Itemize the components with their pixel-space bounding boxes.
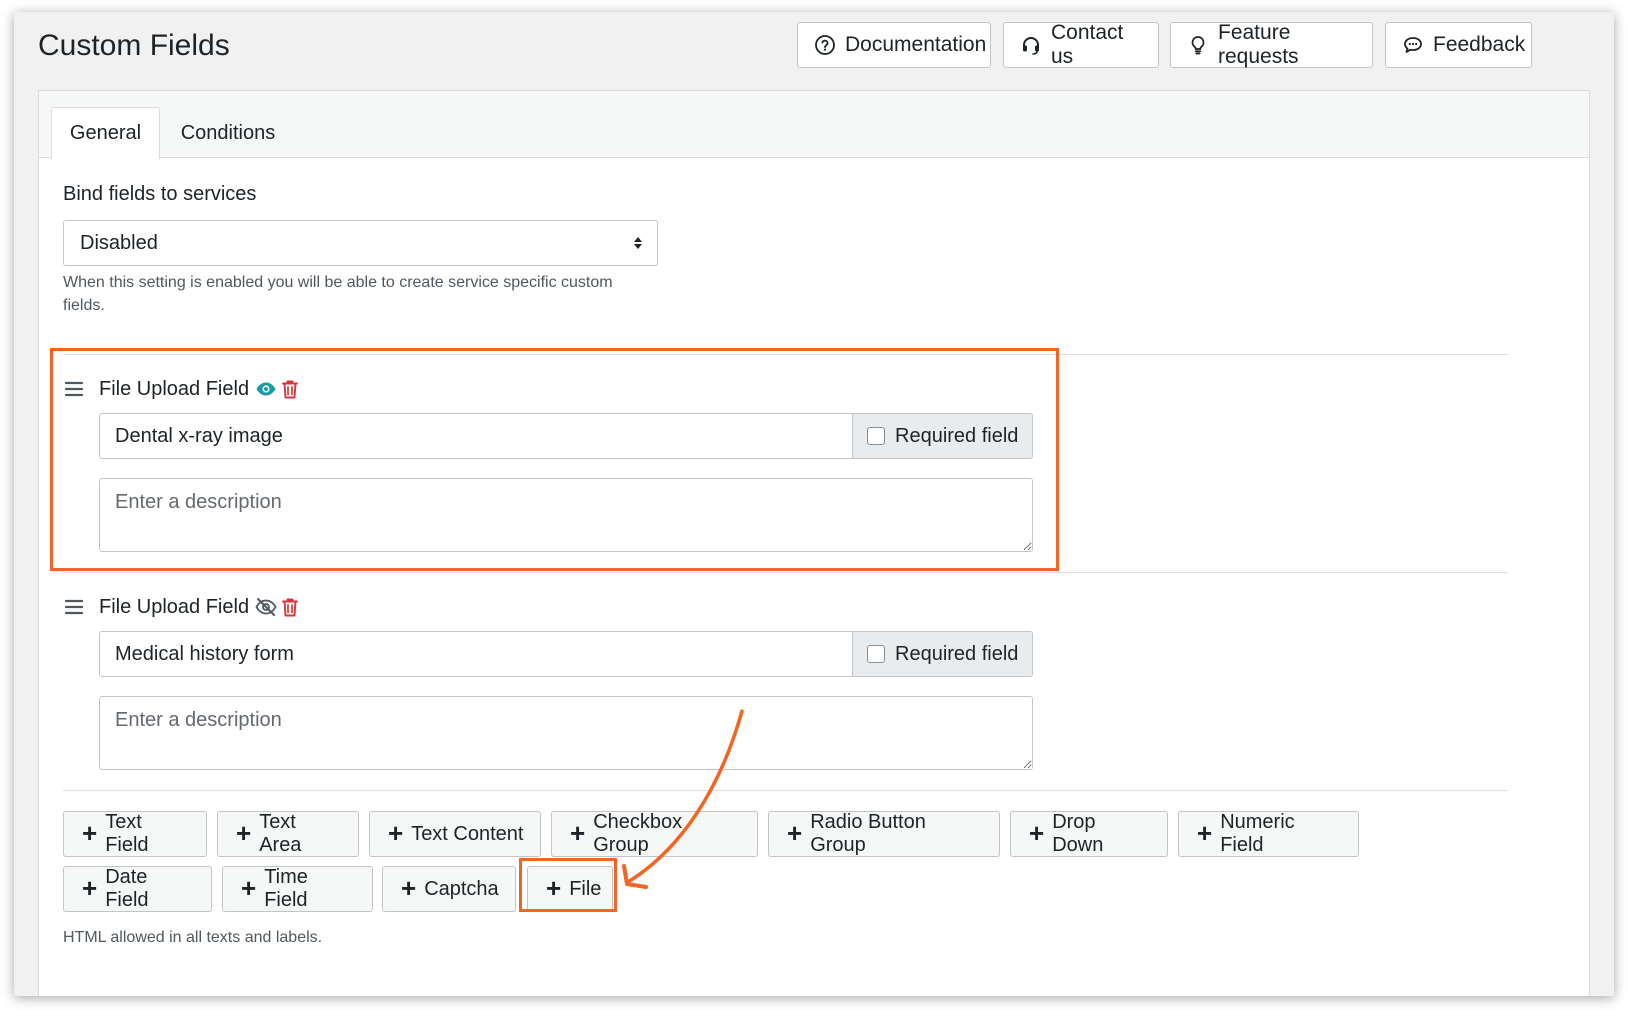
divider	[63, 354, 1508, 355]
documentation-button[interactable]: Documentation	[797, 22, 991, 68]
bind-fields-selected-value: Disabled	[80, 231, 158, 254]
plus-icon: +	[241, 873, 257, 903]
add-time-field-button[interactable]: + Time Field	[222, 866, 373, 912]
tabs-bar: General Conditions	[39, 91, 1589, 159]
chat-bubble-icon	[1404, 37, 1422, 53]
add-captcha-label: Captcha	[424, 877, 499, 900]
field-header: File Upload Field	[63, 592, 303, 622]
plus-icon: +	[388, 818, 404, 848]
plus-icon: +	[236, 818, 252, 848]
add-text-content-label: Text Content	[411, 822, 524, 845]
add-text-area-label: Text Area	[259, 811, 302, 856]
description-textarea[interactable]	[99, 478, 1033, 552]
eye-off-icon[interactable]	[255, 596, 277, 618]
required-field-toggle[interactable]: Required field	[852, 632, 1032, 676]
required-label: Required field	[895, 424, 1019, 447]
bind-fields-select[interactable]: Disabled	[63, 220, 658, 266]
add-numeric-field-button[interactable]: + Numeric Field	[1178, 811, 1359, 857]
add-drop-down-button[interactable]: + Drop Down	[1010, 811, 1168, 857]
question-circle-icon	[815, 35, 835, 55]
plus-icon: +	[401, 873, 417, 903]
add-drop-down-label: Drop Down	[1052, 811, 1104, 856]
drag-handle-icon[interactable]	[63, 596, 85, 618]
field-header: File Upload Field	[63, 374, 303, 404]
field-label-input[interactable]	[100, 632, 852, 676]
divider	[63, 572, 1508, 573]
plus-icon: +	[546, 873, 562, 903]
plus-icon: +	[1029, 818, 1045, 848]
drag-handle-icon[interactable]	[63, 378, 85, 400]
plus-icon: +	[82, 818, 98, 848]
feedback-label: Feedback	[1433, 33, 1526, 56]
feature-requests-label: Feature requests	[1218, 21, 1299, 68]
trash-icon[interactable]	[279, 378, 301, 400]
field-label-input[interactable]	[100, 414, 852, 458]
required-checkbox[interactable]	[867, 427, 885, 445]
feedback-button[interactable]: Feedback	[1385, 22, 1532, 68]
bind-fields-help-text: When this setting is enabled you will be…	[63, 274, 613, 314]
add-checkbox-group-label: Checkbox Group	[593, 811, 683, 856]
html-allowed-note: HTML allowed in all texts and labels.	[63, 929, 323, 946]
lightbulb-icon	[1191, 36, 1205, 55]
add-date-field-button[interactable]: + Date Field	[63, 866, 212, 912]
divider	[63, 790, 1508, 791]
feature-requests-button[interactable]: Feature requests	[1170, 21, 1373, 68]
add-text-field-label: Text Field	[105, 811, 149, 856]
app-window: Custom Fields Documentation Contact us F…	[14, 12, 1614, 996]
add-date-field-label: Date Field	[105, 866, 149, 911]
bind-fields-label: Bind fields to services	[63, 183, 257, 205]
page-title: Custom Fields	[38, 29, 230, 62]
headset-icon	[1023, 37, 1039, 55]
add-radio-button-group-button[interactable]: + Radio Button Group	[768, 811, 1000, 857]
contact-us-button[interactable]: Contact us	[1003, 21, 1159, 68]
select-arrows-icon	[634, 237, 642, 249]
required-checkbox[interactable]	[867, 645, 885, 663]
contact-us-label: Contact us	[1051, 21, 1124, 68]
trash-icon[interactable]	[279, 596, 301, 618]
field-type-label: File Upload Field	[99, 377, 250, 400]
settings-panel: General Conditions Bind fields to servic…	[38, 90, 1590, 996]
add-file-button[interactable]: + File	[527, 866, 613, 912]
required-label: Required field	[895, 642, 1019, 665]
field-label-input-group: Required field	[99, 631, 1033, 677]
plus-icon: +	[570, 818, 586, 848]
field-label-input-group: Required field	[99, 413, 1033, 459]
add-numeric-field-label: Numeric Field	[1220, 811, 1295, 856]
tab-conditions[interactable]: Conditions	[166, 107, 290, 159]
plus-icon: +	[787, 818, 803, 848]
add-checkbox-group-button[interactable]: + Checkbox Group	[551, 811, 758, 857]
add-text-area-button[interactable]: + Text Area	[217, 811, 359, 857]
plus-icon: +	[1197, 818, 1213, 848]
add-time-field-label: Time Field	[264, 866, 308, 911]
add-text-content-button[interactable]: + Text Content	[369, 811, 541, 857]
tab-general[interactable]: General	[51, 107, 160, 159]
add-radio-button-group-label: Radio Button Group	[810, 811, 926, 856]
documentation-label: Documentation	[845, 33, 987, 56]
description-textarea[interactable]	[99, 696, 1033, 770]
required-field-toggle[interactable]: Required field	[852, 414, 1032, 458]
eye-icon[interactable]	[255, 378, 277, 400]
add-file-label: File	[569, 877, 602, 900]
add-text-field-button[interactable]: + Text Field	[63, 811, 207, 857]
field-type-label: File Upload Field	[99, 595, 250, 618]
plus-icon: +	[82, 873, 98, 903]
add-captcha-button[interactable]: + Captcha	[382, 866, 516, 912]
